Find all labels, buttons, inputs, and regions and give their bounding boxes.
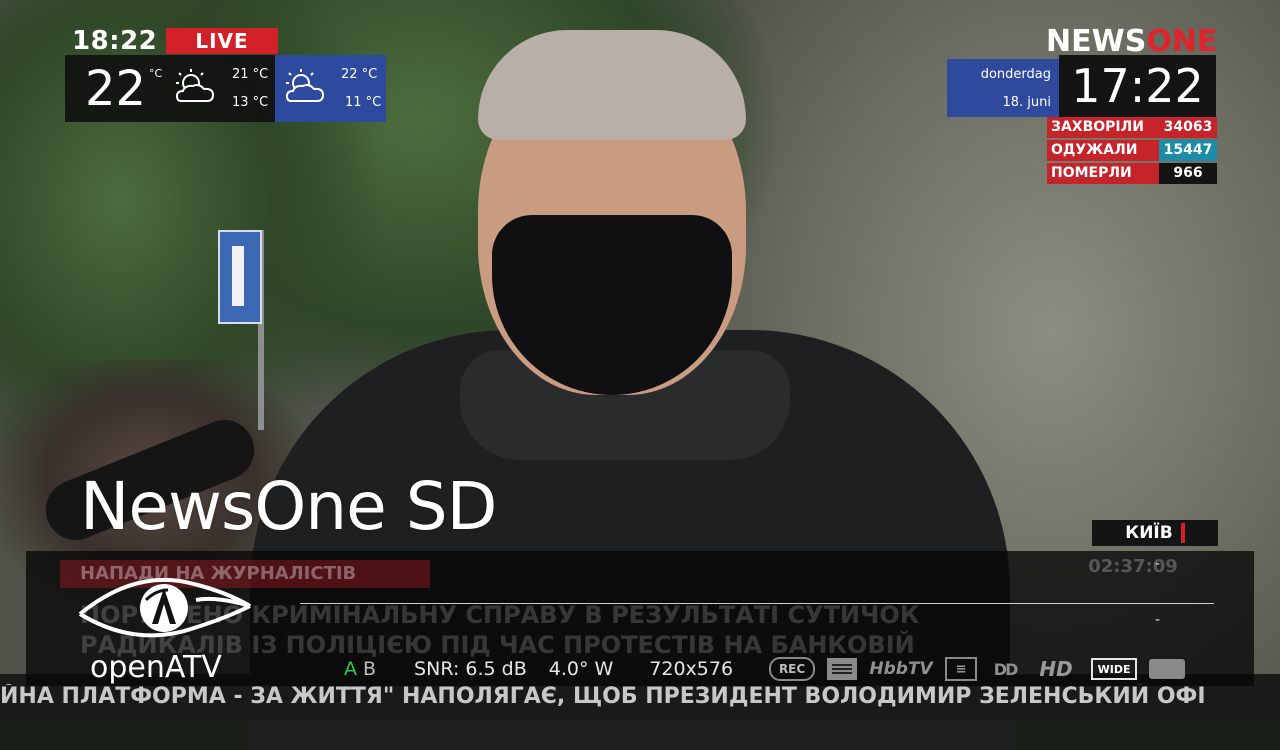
stat-label: ОДУЖАЛИ — [1047, 140, 1159, 161]
now-event: - — [1155, 556, 1161, 572]
stat-value: 15447 — [1159, 140, 1217, 161]
weather-next-high: 22 °C — [341, 67, 378, 82]
date-weekday: donderdag — [980, 67, 1051, 82]
teletext-icon: ≡ — [945, 657, 978, 681]
audio-b-indicator: B — [363, 658, 377, 680]
stat-label: ЗАХВОРІЛИ — [1047, 117, 1159, 138]
news-ticker: ЙНА ПЛАТФОРМА - ЗА ЖИТТЯ" НАПОЛЯГАЄ, ЩОБ… — [0, 684, 1206, 709]
dolby-icon: DD — [993, 659, 1019, 679]
subtitle-icon — [1149, 659, 1186, 679]
next-event: - — [1155, 612, 1161, 628]
hd-icon: HD — [1039, 657, 1073, 681]
audio-a-indicator: A — [344, 658, 357, 680]
epg-icon — [827, 658, 858, 680]
city-tag: КИЇВ — [1092, 520, 1218, 546]
weather-high: 21 °C — [232, 67, 269, 82]
street-sign — [218, 230, 262, 324]
weather-today: 22 °C 21 °C 13 °C — [65, 55, 275, 122]
pip-time: 02:37:09 — [1088, 556, 1178, 577]
stat-value: 966 — [1159, 163, 1217, 184]
rec-icon: REC — [769, 657, 816, 681]
hbbtv-icon: HbbTV — [869, 659, 933, 679]
stat-value: 34063 — [1159, 117, 1217, 138]
clock: 17:22 — [1059, 55, 1216, 117]
snr-value: SNR: 6.5 dB — [414, 658, 527, 680]
stat-row: ОДУЖАЛИ 15447 — [1047, 140, 1217, 161]
covid-stats: ЗАХВОРІЛИ 34063 ОДУЖАЛИ 15447 ПОМЕРЛИ 96… — [1047, 117, 1217, 186]
channel-name: NewsOne SD — [80, 468, 497, 545]
stat-row: ЗАХВОРІЛИ 34063 — [1047, 117, 1217, 138]
partly-cloudy-icon — [175, 69, 215, 102]
partly-cloudy-icon — [285, 69, 325, 102]
broadcast-time: 18:22 — [72, 26, 158, 56]
openatv-logo-text: openATV — [90, 650, 222, 685]
weather-unit: °C — [149, 67, 163, 80]
widescreen-icon: WIDE — [1091, 658, 1138, 680]
live-badge: LIVE — [166, 28, 278, 54]
weather-widget: 22 °C 21 °C 13 °C 22 °C 11 °C — [65, 55, 386, 122]
date-box: donderdag 18. juni — [947, 59, 1059, 117]
stat-label: ПОМЕРЛИ — [1047, 163, 1159, 184]
channel-logo: NEWSONE — [1046, 24, 1217, 59]
weather-low: 13 °C — [232, 95, 269, 110]
weather-tomorrow: 22 °C 11 °C — [275, 55, 386, 122]
weather-temperature: 22 — [85, 61, 147, 117]
event-progress-line — [300, 603, 1214, 604]
person-hair — [478, 30, 746, 140]
logo-one: ONE — [1146, 24, 1218, 59]
resolution: 720x576 — [649, 658, 734, 680]
logo-news: NEWS — [1046, 24, 1147, 59]
status-row: A B SNR: 6.5 dB 4.0° W 720x576 REC HbbTV… — [344, 656, 1197, 682]
openatv-logo-icon — [78, 577, 252, 638]
stat-row: ПОМЕРЛИ 966 — [1047, 163, 1217, 184]
date-number: 18. juni — [1002, 95, 1051, 110]
city-label: КИЇВ — [1125, 523, 1173, 543]
weather-next-low: 11 °C — [345, 95, 382, 110]
orbital-position: 4.0° W — [548, 658, 614, 680]
